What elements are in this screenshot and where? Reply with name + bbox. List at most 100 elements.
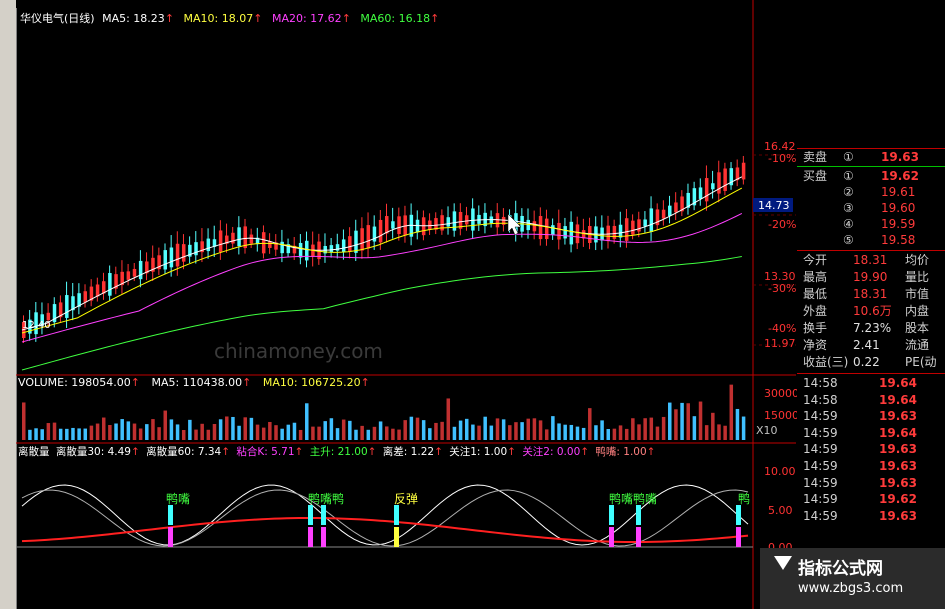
volume-bar (594, 425, 598, 440)
signal-bar (394, 505, 399, 525)
candle-body (606, 225, 610, 242)
indicator-arrow: ↑ (646, 446, 656, 458)
left-toolbar-strip (0, 0, 17, 609)
volume-bar (378, 421, 383, 440)
volume-bar (661, 416, 666, 440)
price-gridlines (753, 154, 796, 346)
price-axis-label: -40% (768, 322, 796, 335)
buy-label: 买盘 (803, 169, 828, 183)
volume-bar (329, 418, 334, 440)
volume-bar (643, 418, 647, 440)
volume-bar (83, 428, 88, 440)
stock-title: 华仪电气(日线) (20, 12, 95, 25)
volume-bar (231, 416, 235, 440)
volume-bar (532, 418, 537, 440)
buy-price: 19.58 (881, 233, 916, 247)
stat-label: 外盘 (803, 304, 828, 318)
volume-bar (544, 429, 549, 440)
tick-price: 19.64 (879, 376, 917, 390)
stat-value: 18.31 (853, 253, 888, 267)
volume-bar (188, 419, 192, 440)
candle-body (551, 225, 555, 235)
tick-price: 19.62 (879, 492, 917, 507)
candle-body (668, 205, 672, 217)
tick-time: 14:58 (803, 376, 838, 390)
stat-right-label: 量比 (905, 270, 930, 284)
indicator-arrow: ↑ (434, 446, 443, 458)
volume-bar (341, 419, 346, 440)
volume-bars (22, 384, 746, 440)
signal-bar (168, 505, 173, 525)
buy-row[interactable]: ② 19.61 (797, 184, 945, 200)
volume-ma10-label: MA10: 106725.20 (262, 376, 361, 389)
volume-bar (132, 423, 137, 440)
stat-value: 7.23% (853, 321, 892, 335)
ma10-label: MA10: 18.07 (183, 12, 254, 25)
candle-body (126, 271, 131, 280)
volume-bar (22, 402, 26, 440)
volume-bar (575, 426, 580, 440)
tick-price: 19.63 (879, 442, 917, 457)
volume-bar (261, 427, 266, 440)
stat-value: 10.6万 (853, 304, 892, 318)
volume-bar (175, 424, 180, 440)
buy-level: ⑤ (843, 233, 854, 247)
buy-price: 19.62 (881, 169, 919, 183)
price-axis-label: -30% (768, 282, 796, 295)
annotation-label: 鸭 (738, 492, 750, 506)
candle-body (698, 187, 703, 199)
buy-row[interactable]: ④ 19.59 (797, 216, 945, 232)
volume-bar (181, 429, 186, 440)
buy-row[interactable]: ③ 19.60 (797, 200, 945, 216)
volume-bar (711, 412, 715, 440)
quote-panel: 卖盘 ① 19.63 买盘 ① 19.62 ② 19.61 ③ 19.60 ④ 19.59 ⑤ 19… (797, 132, 945, 552)
candle-body (348, 236, 352, 252)
tick-price: 19.63 (879, 409, 917, 424)
volume-ma10-arrow: ↑ (360, 376, 370, 389)
volume-bar (292, 422, 297, 440)
candle-body (563, 226, 567, 239)
volume-bar (717, 424, 721, 440)
candle-body (65, 295, 69, 318)
indicator-label: 粘合K: 5.71 (236, 446, 295, 458)
candle-body (95, 284, 100, 297)
candle-body (723, 168, 727, 191)
stat-label: 净资 (803, 338, 828, 352)
volume-bar (501, 419, 506, 440)
volume-bar (520, 422, 524, 440)
ma5-label: MA5: 18.23 (102, 12, 165, 25)
candle-body (360, 228, 364, 251)
stat-value: 0.22 (853, 355, 880, 369)
tick-price: 19.63 (879, 508, 917, 523)
tick-price: 19.63 (879, 475, 917, 490)
volume-axis-label: 30000 (764, 387, 799, 400)
indicator-label: 离散量30: 4.49 (55, 446, 131, 458)
tick-row: 14:58 19.64 (797, 392, 945, 408)
stat-right-label: PE(动 (905, 355, 937, 369)
volume-bar (114, 423, 118, 440)
volume-bar (434, 422, 438, 440)
panel-divider (797, 166, 945, 167)
volume-bar (255, 424, 260, 440)
sell-price: 19.63 (881, 150, 919, 164)
stat-row: 外盘 10.6万 内盘 (797, 303, 945, 319)
sell-row[interactable]: 卖盘 ① 19.63 (797, 149, 945, 165)
candle-body (206, 238, 211, 252)
ma10-arrow: ↑ (253, 12, 263, 25)
indicator-label: 离散量 (18, 446, 50, 458)
volume-bar (704, 425, 709, 440)
candle-body (446, 217, 451, 227)
volume-bar (65, 428, 69, 440)
annotation-label: 鸭嘴鸭 (308, 492, 344, 506)
buy-row[interactable]: ⑤ 19.58 (797, 232, 945, 248)
volume-header: VOLUME: 198054.00↑ MA5: 110438.00↑ MA10:… (18, 376, 370, 389)
tick-time: 14:59 (803, 425, 838, 440)
stat-label: 收益(三) (803, 355, 849, 369)
candle-body (544, 218, 549, 240)
volume-bar (317, 426, 321, 440)
candle-body (661, 209, 666, 219)
candle-body (397, 216, 401, 235)
main-chart-header: 华仪电气(日线) MA5: 18.23↑ MA10: 18.07↑ MA20: … (20, 10, 439, 26)
buy-row[interactable]: 买盘 ① 19.62 (797, 168, 945, 184)
volume-bar (280, 428, 284, 440)
